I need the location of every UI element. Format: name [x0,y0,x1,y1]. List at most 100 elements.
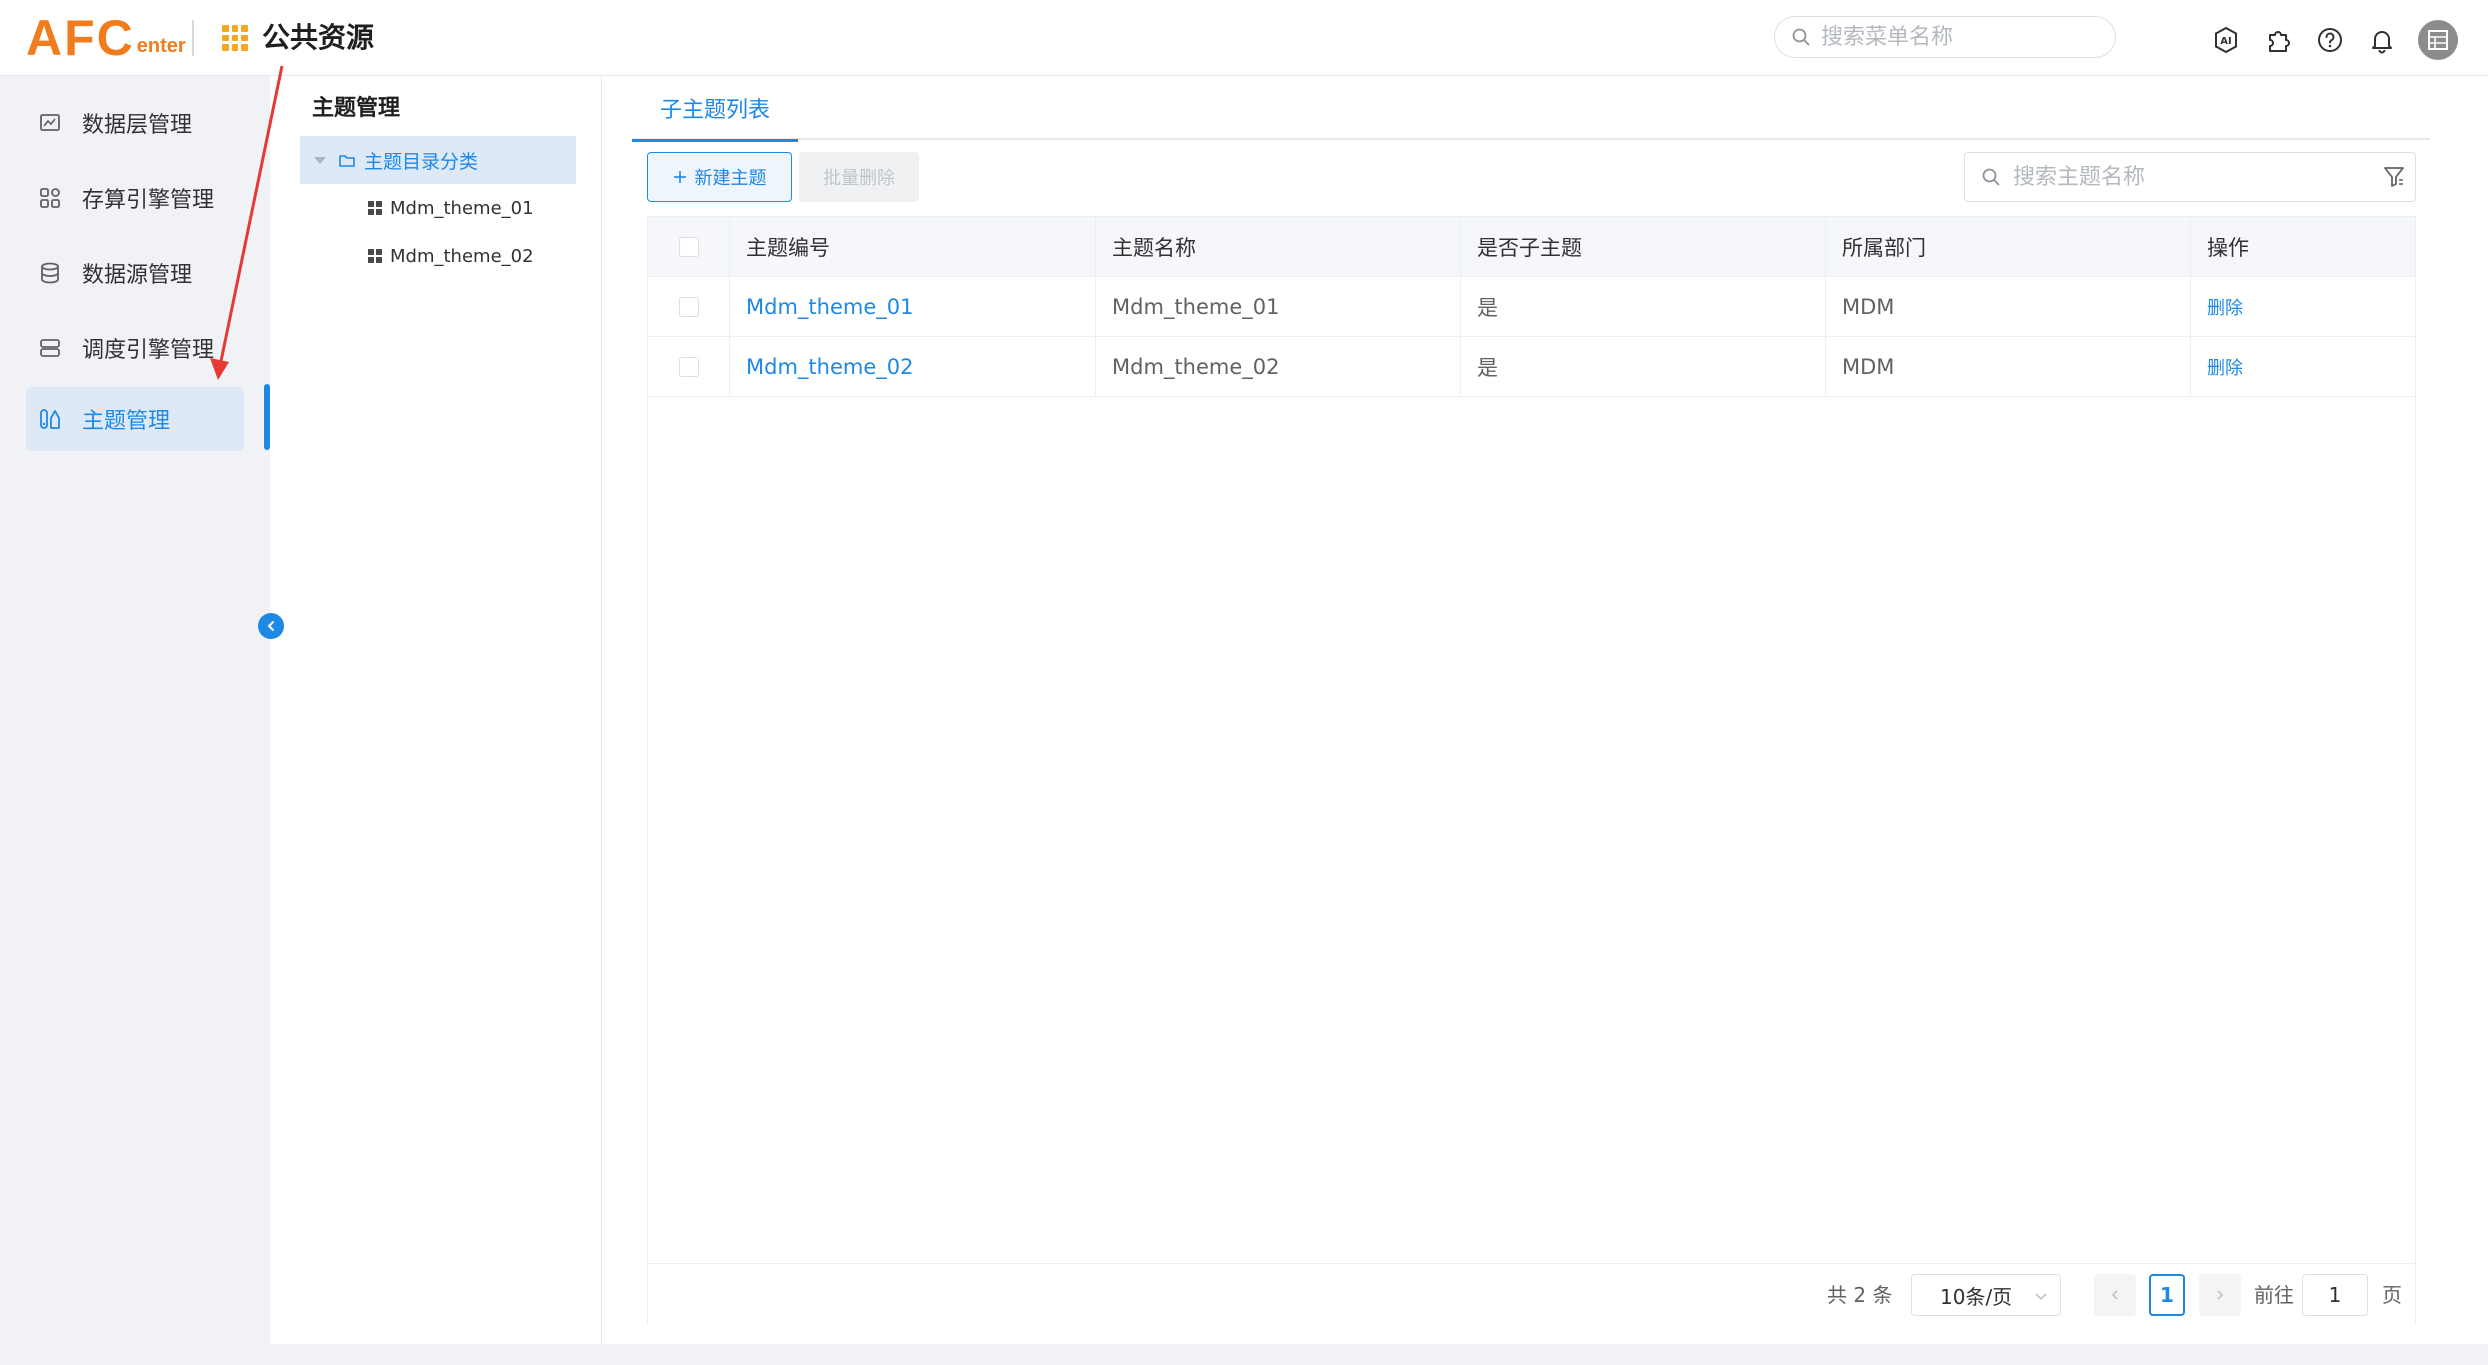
sidebar: 数据层管理 存算引擎管理 数据源管理 调度引擎管理 主题管理 [0,76,270,1365]
operation-cell: 删除 [2191,337,2417,397]
tree-node-label: Mdm_theme_01 [390,197,534,219]
theme-icon [36,405,64,433]
grid-apps-icon [36,184,64,212]
tree-node-child[interactable]: Mdm_theme_01 [368,188,534,228]
sidebar-item-label: 存算引擎管理 [82,188,215,213]
sidebar-item-label: 主题管理 [82,409,171,434]
table-row: Mdm_theme_02 Mdm_theme_02 是 MDM 删除 [648,337,2415,397]
column-header[interactable]: 主题编号 [730,217,1096,277]
row-select-cell [648,277,730,337]
prev-page-button[interactable] [2094,1274,2136,1316]
batch-delete-label: 批量删除 [823,168,895,189]
help-icon[interactable] [2314,24,2346,56]
page-size-value: 10条/页 [1940,1284,2013,1309]
page-number-current[interactable]: 1 [2149,1274,2185,1316]
folder-icon [339,155,355,167]
notification-bell-icon[interactable] [2366,24,2398,56]
is-sub-theme-cell: 是 [1461,337,1826,397]
theme-code-link[interactable]: Mdm_theme_02 [730,337,1096,397]
delete-link[interactable]: 删除 [2207,354,2243,380]
collapse-sidebar-button[interactable] [258,613,284,639]
chevron-down-icon [2035,1293,2047,1301]
row-checkbox[interactable] [678,297,699,317]
pagination-total: 共 2 条 [1827,1283,1893,1307]
sidebar-item-label: 调度引擎管理 [82,338,215,363]
goto-page-input[interactable] [2302,1274,2368,1316]
goto-label: 前往 [2254,1283,2294,1307]
department-cell: MDM [1826,337,2191,397]
new-theme-button[interactable]: 新建主题 [647,152,792,202]
chevron-right-icon [2217,1290,2224,1300]
column-header[interactable]: 是否子主题 [1461,217,1826,277]
sidebar-item-label: 数据源管理 [82,263,193,288]
column-header[interactable]: 主题名称 [1096,217,1461,277]
logo-text: AFC [26,10,135,66]
table-header: 主题编号 主题名称 是否子主题 所属部门 操作 [648,217,2415,277]
column-header: 操作 [2207,236,2249,260]
tab-label: 子主题列表 [659,98,770,123]
filter-icon[interactable] [2383,165,2405,189]
tree-title: 主题管理 [312,96,401,121]
module-icon [368,201,382,215]
user-avatar[interactable] [2418,20,2458,60]
tab-bar: 子主题列表 [632,76,2430,142]
plus-icon [673,171,686,183]
chevron-left-icon [2111,1290,2118,1300]
sidebar-item-schedule-engine[interactable]: 调度引擎管理 [26,316,244,380]
new-theme-label: 新建主题 [694,168,767,189]
caret-down-icon[interactable] [314,156,326,164]
logo-subtext: enter [136,35,186,57]
svg-text:AI: AI [2220,36,2231,47]
app-grid-icon[interactable] [222,25,248,51]
ai-assistant-icon[interactable]: AI [2210,24,2242,56]
select-all-checkbox[interactable] [678,237,699,257]
theme-search-input[interactable] [2013,164,2373,190]
tree-node-label: 主题目录分类 [364,150,479,173]
pagination: 共 2 条 10条/页 1 前往 页 [648,1263,2415,1325]
search-icon [1982,168,2000,186]
logo-divider [192,20,194,56]
next-page-button[interactable] [2199,1274,2241,1316]
sidebar-item-label: 数据层管理 [82,113,193,138]
operation-cell: 删除 [2191,277,2417,337]
menu-search-input[interactable] [1821,24,2101,50]
tab-sub-theme-list[interactable]: 子主题列表 [632,76,798,142]
theme-name-cell: Mdm_theme_01 [1096,277,1461,337]
theme-tree-panel: 主题管理 主题目录分类 Mdm_theme_01 Mdm_theme_02 [270,76,602,1344]
chevron-left-icon [267,621,274,631]
page-suffix: 页 [2382,1283,2402,1307]
plugin-icon[interactable] [2262,24,2294,56]
module-icon [368,249,382,263]
is-sub-theme-cell: 是 [1461,277,1826,337]
sidebar-item-data-layer[interactable]: 数据层管理 [26,91,244,155]
server-icon [36,334,64,362]
page-size-select[interactable]: 10条/页 [1911,1274,2061,1316]
database-icon [36,259,64,287]
theme-table: 主题编号 主题名称 是否子主题 所属部门 操作 Mdm_theme_01 Mdm… [647,216,2416,1325]
sidebar-item-compute-engine[interactable]: 存算引擎管理 [26,166,244,230]
select-all-cell [648,217,730,277]
row-checkbox[interactable] [678,357,699,377]
theme-code-link[interactable]: Mdm_theme_01 [730,277,1096,337]
app-title: 公共资源 [262,21,375,54]
tree-node-root[interactable]: 主题目录分类 [300,136,576,184]
menu-search-box [1774,16,2116,58]
layers-icon [36,109,64,137]
batch-delete-button[interactable]: 批量删除 [799,152,919,202]
tree-node-child[interactable]: Mdm_theme_02 [368,236,534,276]
sidebar-item-data-source[interactable]: 数据源管理 [26,241,244,305]
delete-link[interactable]: 删除 [2207,294,2243,320]
theme-search-box [1964,152,2416,202]
sidebar-item-theme[interactable]: 主题管理 [26,387,244,451]
row-select-cell [648,337,730,397]
logo[interactable]: AFC enter [26,10,186,66]
search-icon [1792,28,1810,46]
column-header[interactable]: 所属部门 [1826,217,2191,277]
main-content: 子主题列表 新建主题 批量删除 主题编号 主题名称 是否子主题 所属部门 操作 … [602,76,2488,1344]
header-actions: AI [2210,20,2458,60]
top-header: AFC enter 公共资源 AI [0,0,2488,76]
tree-node-label: Mdm_theme_02 [390,245,534,267]
theme-name-cell: Mdm_theme_02 [1096,337,1461,397]
tab-active-underline [632,139,798,142]
table-row: Mdm_theme_01 Mdm_theme_01 是 MDM 删除 [648,277,2415,337]
